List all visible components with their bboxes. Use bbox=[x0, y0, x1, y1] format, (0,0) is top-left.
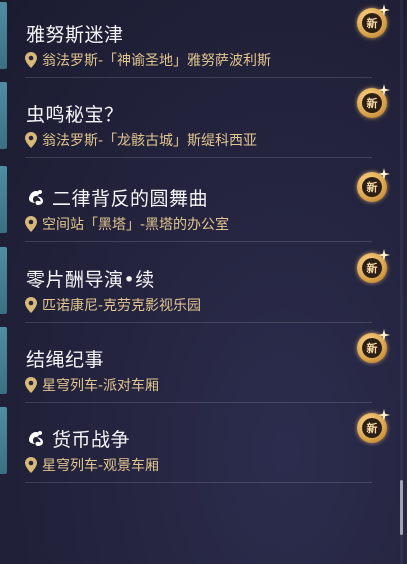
quest-location-row: 翁法罗斯-「龙骸古城」斯缇科西亚 bbox=[25, 129, 257, 151]
quest-location: 翁法罗斯-「神谕圣地」雅努萨波利斯 bbox=[42, 53, 272, 69]
quest-title: 虫鸣秘宝？ bbox=[26, 103, 124, 126]
quest-title: 结绳纪事 bbox=[26, 348, 105, 371]
quest-title-row: 雅努斯迷津 bbox=[26, 18, 124, 48]
item-divider bbox=[25, 157, 372, 158]
quest-title: 零片酬导演•续 bbox=[26, 268, 155, 291]
selected-accent-bar bbox=[0, 82, 7, 149]
new-badge-label: 新 bbox=[366, 341, 378, 355]
item-divider bbox=[25, 482, 372, 483]
quest-location-row: 星穹列车-派对车厢 bbox=[25, 374, 159, 396]
quest-title-row: 结绳纪事 bbox=[26, 343, 104, 373]
new-badge: 新 bbox=[355, 84, 390, 120]
quest-list: 雅努斯迷津 翁法罗斯-「神谕圣地」雅努萨波利斯 新 虫鸣秘宝？ 翁法罗斯-「龙骸… bbox=[0, 0, 407, 564]
quest-location: 星穹列车-派对车厢 bbox=[42, 378, 160, 394]
selected-accent-bar bbox=[0, 327, 7, 394]
sparkle-icon bbox=[378, 409, 390, 421]
location-pin-icon bbox=[25, 216, 37, 232]
quest-item-1[interactable]: 虫鸣秘宝？ 翁法罗斯-「龙骸古城」斯缇科西亚 新 bbox=[0, 78, 390, 158]
sparkle-icon bbox=[378, 84, 390, 96]
quest-item-5[interactable]: 货币战争 星穹列车-观景车厢 新 bbox=[0, 403, 390, 483]
location-pin-icon bbox=[25, 377, 37, 393]
quest-location-row: 翁法罗斯-「神谕圣地」雅努萨波利斯 bbox=[25, 49, 271, 71]
location-pin-icon bbox=[25, 132, 37, 148]
location-pin-icon bbox=[25, 297, 37, 313]
new-badge: 新 bbox=[355, 249, 390, 285]
sparkle-icon bbox=[378, 4, 390, 16]
quest-item-4[interactable]: 结绳纪事 星穹列车-派对车厢 新 bbox=[0, 323, 390, 403]
new-badge: 新 bbox=[355, 409, 390, 445]
location-pin-icon bbox=[25, 52, 37, 68]
sparkle-icon bbox=[378, 329, 390, 341]
quest-title: 货币战争 bbox=[52, 428, 131, 451]
quest-location: 翁法罗斯-「龙骸古城」斯缇科西亚 bbox=[42, 133, 258, 149]
new-badge: 新 bbox=[355, 168, 390, 204]
quest-title-row: 零片酬导演•续 bbox=[26, 263, 155, 293]
location-pin-icon bbox=[25, 457, 37, 473]
quest-title-row: 虫鸣秘宝？ bbox=[26, 98, 124, 128]
selected-accent-bar bbox=[0, 247, 7, 314]
quest-type-icon bbox=[29, 190, 43, 205]
quest-title: 二律背反的圆舞曲 bbox=[52, 187, 209, 210]
new-badge-label: 新 bbox=[366, 16, 378, 30]
quest-title-row: 货币战争 bbox=[26, 423, 130, 453]
new-badge: 新 bbox=[355, 4, 390, 40]
quest-location: 空间站「黑塔」-黑塔的办公室 bbox=[42, 217, 230, 233]
quest-location-row: 空间站「黑塔」-黑塔的办公室 bbox=[25, 213, 229, 235]
item-divider bbox=[25, 241, 372, 242]
quest-title-row: 二律背反的圆舞曲 bbox=[26, 182, 208, 212]
sparkle-icon bbox=[378, 168, 390, 180]
quest-location-row: 星穹列车-观景车厢 bbox=[25, 454, 159, 476]
quest-type-icon bbox=[29, 431, 43, 446]
scrollbar-thumb[interactable] bbox=[400, 480, 403, 535]
selected-accent-bar bbox=[0, 407, 7, 474]
new-badge: 新 bbox=[355, 329, 390, 365]
quest-item-0[interactable]: 雅努斯迷津 翁法罗斯-「神谕圣地」雅努萨波利斯 新 bbox=[0, 0, 390, 78]
sparkle-icon bbox=[378, 249, 390, 261]
quest-item-2[interactable]: 二律背反的圆舞曲 空间站「黑塔」-黑塔的办公室 新 bbox=[0, 162, 390, 242]
quest-title: 雅努斯迷津 bbox=[26, 23, 124, 46]
quest-location-row: 匹诺康尼-克劳克影视乐园 bbox=[25, 294, 201, 316]
selected-accent-bar bbox=[0, 2, 7, 69]
quest-item-3[interactable]: 零片酬导演•续 匹诺康尼-克劳克影视乐园 新 bbox=[0, 243, 390, 323]
new-badge-label: 新 bbox=[366, 96, 378, 110]
quest-location: 匹诺康尼-克劳克影视乐园 bbox=[42, 298, 202, 314]
new-badge-label: 新 bbox=[366, 180, 378, 194]
new-badge-label: 新 bbox=[366, 421, 378, 435]
new-badge-label: 新 bbox=[366, 261, 378, 275]
quest-location: 星穹列车-观景车厢 bbox=[42, 458, 160, 474]
selected-accent-bar bbox=[0, 166, 7, 233]
